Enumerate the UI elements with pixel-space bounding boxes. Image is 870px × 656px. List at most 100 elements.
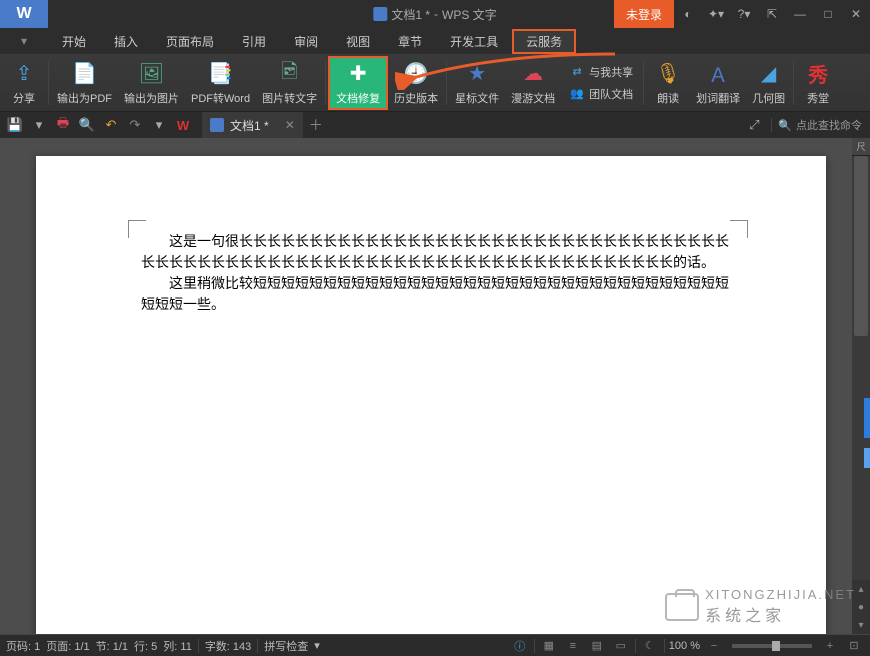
- roam-docs-button[interactable]: ☁ 漫游文档: [505, 56, 561, 110]
- add-tab-button[interactable]: ＋: [303, 115, 329, 135]
- mic-icon: 🎙: [654, 60, 682, 88]
- page-body[interactable]: 这是一句很长长长长长长长长长长长长长长长长长长长长长长长长长长长长长长长长长长长…: [36, 156, 826, 316]
- shared-with-me-button[interactable]: ⇄ 与我共享: [563, 62, 639, 82]
- history-button[interactable]: 🕘 历史版本: [388, 56, 444, 110]
- menu-insert[interactable]: 插入: [100, 29, 152, 54]
- print-preview-icon[interactable]: 🔍: [76, 114, 98, 136]
- status-info-icon[interactable]: ⓘ: [510, 637, 530, 655]
- ribbon-toggle-icon[interactable]: ⇱: [758, 0, 786, 28]
- export-pdf-button[interactable]: 📄 输出为PDF: [51, 56, 118, 110]
- redo-icon[interactable]: ↷: [124, 114, 146, 136]
- paragraph-2[interactable]: 这里稍微比较短短短短短短短短短短短短短短短短短短短短短短短短短短短短短短短短短短…: [141, 274, 736, 316]
- command-search[interactable]: 🔍 点此查找命令: [778, 117, 862, 133]
- shared-icon: ⇄: [569, 64, 585, 80]
- quick-access-toolbar: 💾 ▾ 🖶 🔍 ↶ ↷ ▾ W: [0, 114, 198, 136]
- title-bar: W 文档1 * - WPS 文字 未登录 ◐ ✦▾ ?▾ ⇱ — □ ✕: [0, 0, 870, 28]
- login-button[interactable]: 未登录: [614, 0, 674, 28]
- zoom-level[interactable]: 100 %: [669, 640, 700, 652]
- tab-label: 文档1 *: [230, 117, 269, 134]
- menu-review[interactable]: 审阅: [280, 29, 332, 54]
- geometry-button[interactable]: ◢ 几何图: [746, 56, 791, 110]
- view-web-icon[interactable]: ▤: [587, 637, 607, 655]
- margin-marker-tl: [128, 220, 146, 238]
- wps-logo-icon[interactable]: W: [172, 114, 194, 136]
- paragraph-1[interactable]: 这是一句很长长长长长长长长长长长长长长长长长长长长长长长长长长长长长长长长长长长…: [141, 232, 736, 274]
- geometry-icon: ◢: [755, 60, 783, 88]
- fit-page-icon[interactable]: ⊡: [844, 637, 864, 655]
- next-page-icon[interactable]: ▾: [852, 616, 870, 634]
- share-button[interactable]: ⇪ 分享: [2, 56, 46, 110]
- app-name: WPS 文字: [442, 6, 497, 23]
- menu-dropdown-icon[interactable]: ▾: [0, 34, 48, 48]
- document-area: ▸ 这是一句很长长长长长长长长长长长长长长长长长长长长长长长长长长长长长长长长长…: [0, 138, 870, 634]
- vertical-scrollbar-area: 尺 ▴ ● ▾: [852, 138, 870, 634]
- status-line[interactable]: 行: 5: [134, 638, 157, 654]
- view-outline-icon[interactable]: ≡: [563, 637, 583, 655]
- doc-name: 文档1 *: [391, 6, 430, 23]
- eye-protect-icon[interactable]: ☾: [640, 637, 660, 655]
- collapse-ribbon-icon[interactable]: ⤢: [743, 114, 765, 136]
- close-button[interactable]: ✕: [842, 0, 870, 28]
- status-page[interactable]: 页面: 1/1: [46, 638, 89, 654]
- status-word-count[interactable]: 字数: 143: [205, 638, 251, 654]
- zoom-slider[interactable]: [732, 644, 812, 648]
- status-section[interactable]: 节: 1/1: [96, 638, 128, 654]
- window-title: 文档1 * - WPS 文字: [373, 6, 496, 23]
- document-tab[interactable]: 文档1 * ✕: [202, 112, 303, 138]
- view-page-icon[interactable]: ▦: [539, 637, 559, 655]
- side-panel-tab-1[interactable]: [864, 398, 870, 438]
- print-icon[interactable]: 🖶: [52, 114, 74, 136]
- search-icon: 🔍: [778, 119, 792, 132]
- menu-page-layout[interactable]: 页面布局: [152, 29, 228, 54]
- history-icon: 🕘: [402, 60, 430, 88]
- side-panel-tab-2[interactable]: [864, 448, 870, 468]
- scrollbar-track[interactable]: [852, 156, 870, 580]
- status-spell-check[interactable]: 拼写检查▾: [264, 638, 320, 654]
- menu-cloud-services[interactable]: 云服务: [512, 29, 576, 54]
- repair-icon: ✚: [344, 60, 372, 88]
- pdf-to-word-button[interactable]: 📑 PDF转Word: [185, 56, 256, 110]
- zoom-out-button[interactable]: −: [704, 637, 724, 655]
- menu-sections[interactable]: 章节: [384, 29, 436, 54]
- undo-icon[interactable]: ↶: [100, 114, 122, 136]
- zoom-slider-thumb[interactable]: [772, 641, 780, 651]
- view-read-icon[interactable]: ▭: [611, 637, 631, 655]
- pdf-icon: 📄: [71, 60, 99, 88]
- tab-close-icon[interactable]: ✕: [285, 118, 295, 132]
- scrollbar-thumb[interactable]: [854, 156, 868, 336]
- menu-dev-tools[interactable]: 开发工具: [436, 29, 512, 54]
- feedback-icon[interactable]: ✦▾: [702, 0, 730, 28]
- translate-icon: Ａ: [704, 60, 732, 88]
- star-files-button[interactable]: ★ 星标文件: [449, 56, 505, 110]
- ocr-button[interactable]: 🖻 图片转文字: [256, 56, 323, 110]
- menu-bar: ▾ 开始 插入 页面布局 引用 审阅 视图 章节 开发工具 云服务: [0, 28, 870, 54]
- ruler-toggle[interactable]: 尺: [852, 138, 870, 156]
- minimize-button[interactable]: —: [786, 0, 814, 28]
- ribbon-toolbar: ⇪ 分享 📄 输出为PDF 🖼 输出为图片 📑 PDF转Word 🖻 图片转文字…: [0, 54, 870, 112]
- read-aloud-button[interactable]: 🎙 朗读: [646, 56, 690, 110]
- app-logo[interactable]: W: [0, 0, 48, 28]
- maximize-button[interactable]: □: [814, 0, 842, 28]
- prev-page-icon[interactable]: ▴: [852, 580, 870, 598]
- star-icon: ★: [463, 60, 491, 88]
- status-col[interactable]: 列: 11: [163, 638, 192, 654]
- translate-button[interactable]: Ａ 划词翻译: [690, 56, 746, 110]
- menu-view[interactable]: 视图: [332, 29, 384, 54]
- document-page[interactable]: 这是一句很长长长长长长长长长长长长长长长长长长长长长长长长长长长长长长长长长长长…: [36, 156, 826, 634]
- image-export-icon: 🖼: [138, 60, 166, 88]
- menu-references[interactable]: 引用: [228, 29, 280, 54]
- browse-object-icon[interactable]: ●: [852, 598, 870, 616]
- xiutang-button[interactable]: 秀 秀堂: [796, 56, 840, 110]
- document-scroll[interactable]: ▸ 这是一句很长长长长长长长长长长长长长长长长长长长长长长长长长长长长长长长长长…: [0, 138, 852, 634]
- help-icon[interactable]: ?▾: [730, 0, 758, 28]
- save-icon[interactable]: 💾: [4, 114, 26, 136]
- skin-icon[interactable]: ◐: [674, 0, 702, 28]
- team-docs-button[interactable]: 👥 团队文档: [563, 84, 639, 104]
- status-page-no[interactable]: 页码: 1: [6, 638, 40, 654]
- menu-start[interactable]: 开始: [48, 29, 100, 54]
- export-image-button[interactable]: 🖼 输出为图片: [118, 56, 185, 110]
- zoom-in-button[interactable]: +: [820, 637, 840, 655]
- qat-dropdown-icon[interactable]: ▾: [28, 114, 50, 136]
- qat-more-icon[interactable]: ▾: [148, 114, 170, 136]
- doc-repair-button[interactable]: ✚ 文档修复: [328, 56, 388, 110]
